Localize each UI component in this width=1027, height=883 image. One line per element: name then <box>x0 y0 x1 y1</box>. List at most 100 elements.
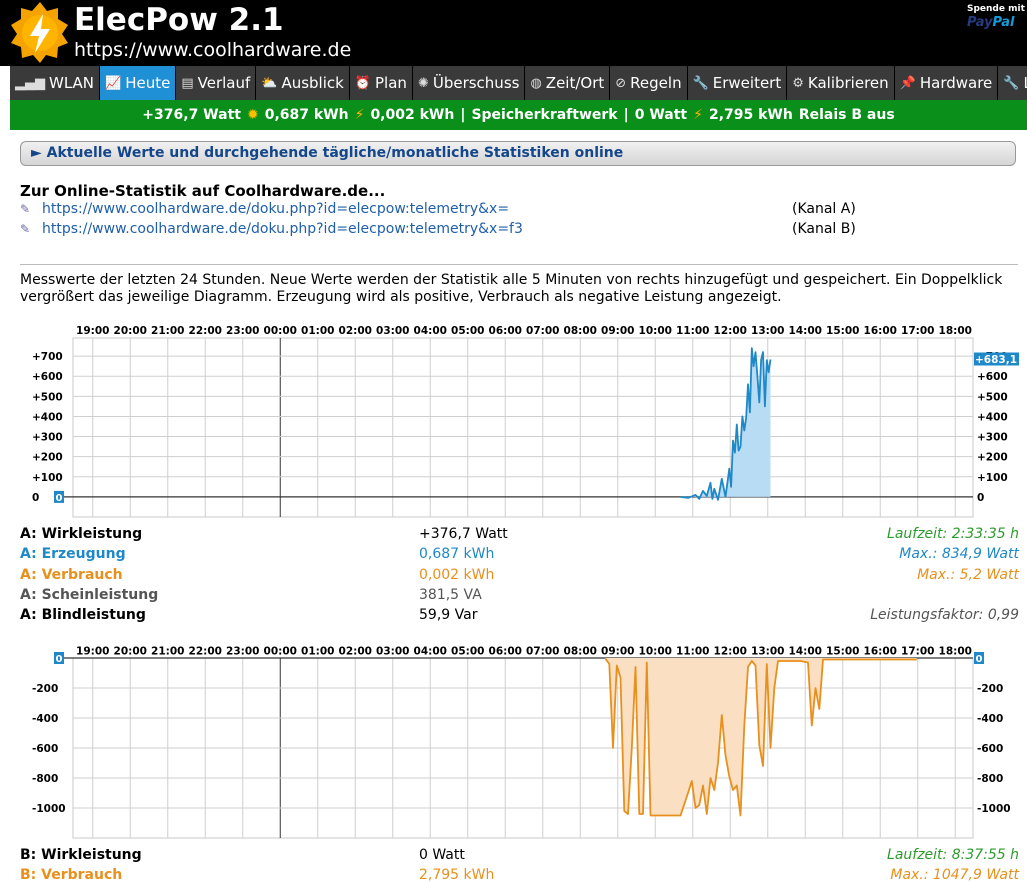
chart-description: Messwerte der letzten 24 Stunden. Neue W… <box>20 272 1003 305</box>
gear-icon: ✺ <box>417 75 429 91</box>
tab-wlan[interactable]: ▂▄▆ WLAN <box>10 66 101 100</box>
hour-tick-label: 20:00 <box>114 325 147 337</box>
hour-tick-label: 19:00 <box>76 646 109 658</box>
telemetry-link-kanal-b[interactable]: https://www.coolhardware.de/doku.php?id=… <box>42 221 523 237</box>
hour-tick-label: 02:00 <box>339 325 372 337</box>
tab-ausblick[interactable]: ⛅ Ausblick <box>256 66 350 100</box>
status-energy-in: 0,687 kWh <box>264 107 349 123</box>
hour-tick-label: 20:00 <box>114 646 147 658</box>
telemetry-link-kanal-a[interactable]: https://www.coolhardware.de/doku.php?id=… <box>42 201 509 217</box>
y-tick-label: +500 <box>977 391 1008 403</box>
y-tick-label: -600 <box>977 743 1003 755</box>
metric-label: A: Erzeugung <box>20 546 126 563</box>
tab-zeit-ort[interactable]: ◍ Zeit/Ort <box>525 66 611 100</box>
status-storage-power: 0 Watt <box>634 107 688 123</box>
calendar-icon: ▤ <box>181 75 194 91</box>
zero-badge-text: 0 <box>56 654 63 665</box>
donate-label: Spende mit <box>967 4 1025 14</box>
tab-erweitert[interactable]: 🔧 Erweitert <box>687 66 788 100</box>
tab-hardware[interactable]: 📌 Hardware <box>894 66 999 100</box>
hour-tick-label: 01:00 <box>301 646 334 658</box>
hour-tick-label: 04:00 <box>414 646 447 658</box>
hour-tick-label: 06:00 <box>489 646 522 658</box>
hour-tick-label: 10:00 <box>639 646 672 658</box>
donate-button[interactable]: Spende mit PayPal <box>967 4 1027 31</box>
app-header: ElecPow 2.1 https://www.coolhardware.de … <box>0 0 1027 66</box>
channel-label: (Kanal B) <box>792 221 856 237</box>
hour-tick-label: 09:00 <box>601 646 634 658</box>
tab-überschuss[interactable]: ✺ Überschuss <box>412 66 526 100</box>
metric-value: 0,002 kWh <box>419 566 495 583</box>
metric-label: B: Wirkleistung <box>20 847 142 863</box>
hour-tick-label: 17:00 <box>901 325 934 337</box>
y-tick-label: +700 <box>32 351 63 363</box>
link-row-kanal-a: ✎ https://www.coolhardware.de/doku.php?id… <box>20 201 856 217</box>
line-chart-icon: 📈 <box>105 75 122 91</box>
tab-heute[interactable]: 📈 Heute <box>100 66 177 100</box>
y-tick-label: -200 <box>977 683 1003 695</box>
tab-label: Erweitert <box>712 74 782 92</box>
statistics-accordion[interactable]: ► Aktuelle Werte und durchgehende täglic… <box>20 141 1016 166</box>
y-tick-label: -800 <box>977 773 1003 785</box>
y-tick-label: -800 <box>32 773 58 785</box>
y-tick-label: -200 <box>32 683 58 695</box>
hour-tick-label: 00:00 <box>264 646 297 658</box>
lightning-icon: ⚡ <box>354 107 365 123</box>
tab-label: Überschuss <box>432 74 520 92</box>
hour-tick-label: 21:00 <box>151 646 184 658</box>
metric-detail: Laufzeit: 8:37:55 h <box>887 847 1019 863</box>
metric-label: A: Verbrauch <box>20 566 123 583</box>
y-tick-label: -600 <box>32 743 58 755</box>
hour-tick-label: 13:00 <box>751 646 784 658</box>
y-tick-label: -1000 <box>977 803 1011 815</box>
paypal-logo: PayPal <box>967 15 1015 30</box>
zero-badge-text: 0 <box>56 493 63 504</box>
wrench-icon: 🔧 <box>692 75 709 91</box>
hour-tick-label: 23:00 <box>226 646 259 658</box>
hour-tick-label: 23:00 <box>226 325 259 337</box>
tab-plan[interactable]: ⏰ Plan <box>349 66 413 100</box>
metric-value: +376,7 Watt <box>419 526 508 542</box>
y-tick-label: -1000 <box>32 803 66 815</box>
hour-tick-label: 07:00 <box>526 325 559 337</box>
hour-tick-label: 21:00 <box>151 325 184 337</box>
hour-tick-label: 04:00 <box>414 325 447 337</box>
chart-kanal-b[interactable]: 19:00 20:00 21:00 22:00 23:00 00:00 01:00 02:00… <box>0 640 1027 840</box>
zero-badge-text: 0 <box>976 654 983 665</box>
hour-tick-label: 16:00 <box>864 325 897 337</box>
plot-area <box>72 337 974 518</box>
metric-detail: Max.: 5,2 Watt <box>917 566 1019 583</box>
tab-kalibrieren[interactable]: ⚙ Kalibrieren <box>787 66 895 100</box>
y-tick-label: 0 <box>32 492 39 504</box>
hour-tick-label: 18:00 <box>939 646 972 658</box>
hour-tick-label: 22:00 <box>189 325 222 337</box>
main-nav: ▂▄▆ WLAN 📈 Heute ▤ Verlauf ⛅ Ausblick ⏰ Plan ✺ Über… <box>10 66 1027 100</box>
hour-tick-label: 14:00 <box>789 325 822 337</box>
list-icon: 🔧 <box>1003 75 1020 91</box>
y-tick-label: -400 <box>32 713 58 725</box>
tab-label: WLAN <box>49 74 95 92</box>
y-tick-label: +300 <box>977 432 1008 444</box>
tab-log[interactable]: 🔧Log <box>998 66 1027 100</box>
tab-verlauf[interactable]: ▤ Verlauf <box>176 66 257 100</box>
y-tick-label: +100 <box>977 472 1008 484</box>
lightning-icon: ⚡ <box>693 107 703 123</box>
metric-value: 381,5 VA <box>419 586 482 603</box>
pencil-icon: ✎ <box>20 222 31 236</box>
y-tick-label: +100 <box>32 472 63 484</box>
tab-label: Log <box>1023 74 1027 92</box>
tab-label: Plan <box>375 74 407 92</box>
tab-regeln[interactable]: ⊘ Regeln <box>610 66 688 100</box>
y-tick-label: +400 <box>32 411 63 423</box>
tab-label: Verlauf <box>197 74 251 92</box>
tab-label: Kalibrieren <box>807 74 889 92</box>
pin-icon: 📌 <box>899 75 916 91</box>
link-row-kanal-b: ✎ https://www.coolhardware.de/doku.php?id… <box>20 221 856 237</box>
y-tick-label: -400 <box>977 713 1003 725</box>
lightning-logo-icon <box>11 2 68 63</box>
metric-label: B: Verbrauch <box>20 867 123 883</box>
app-url[interactable]: https://www.coolhardware.de <box>74 38 351 62</box>
hour-tick-label: 00:00 <box>264 325 297 337</box>
chart-kanal-a[interactable]: 19:00 20:00 21:00 22:00 23:00 00:00 01:00 02:00… <box>0 318 1027 518</box>
pencil-icon: ✎ <box>20 202 31 216</box>
